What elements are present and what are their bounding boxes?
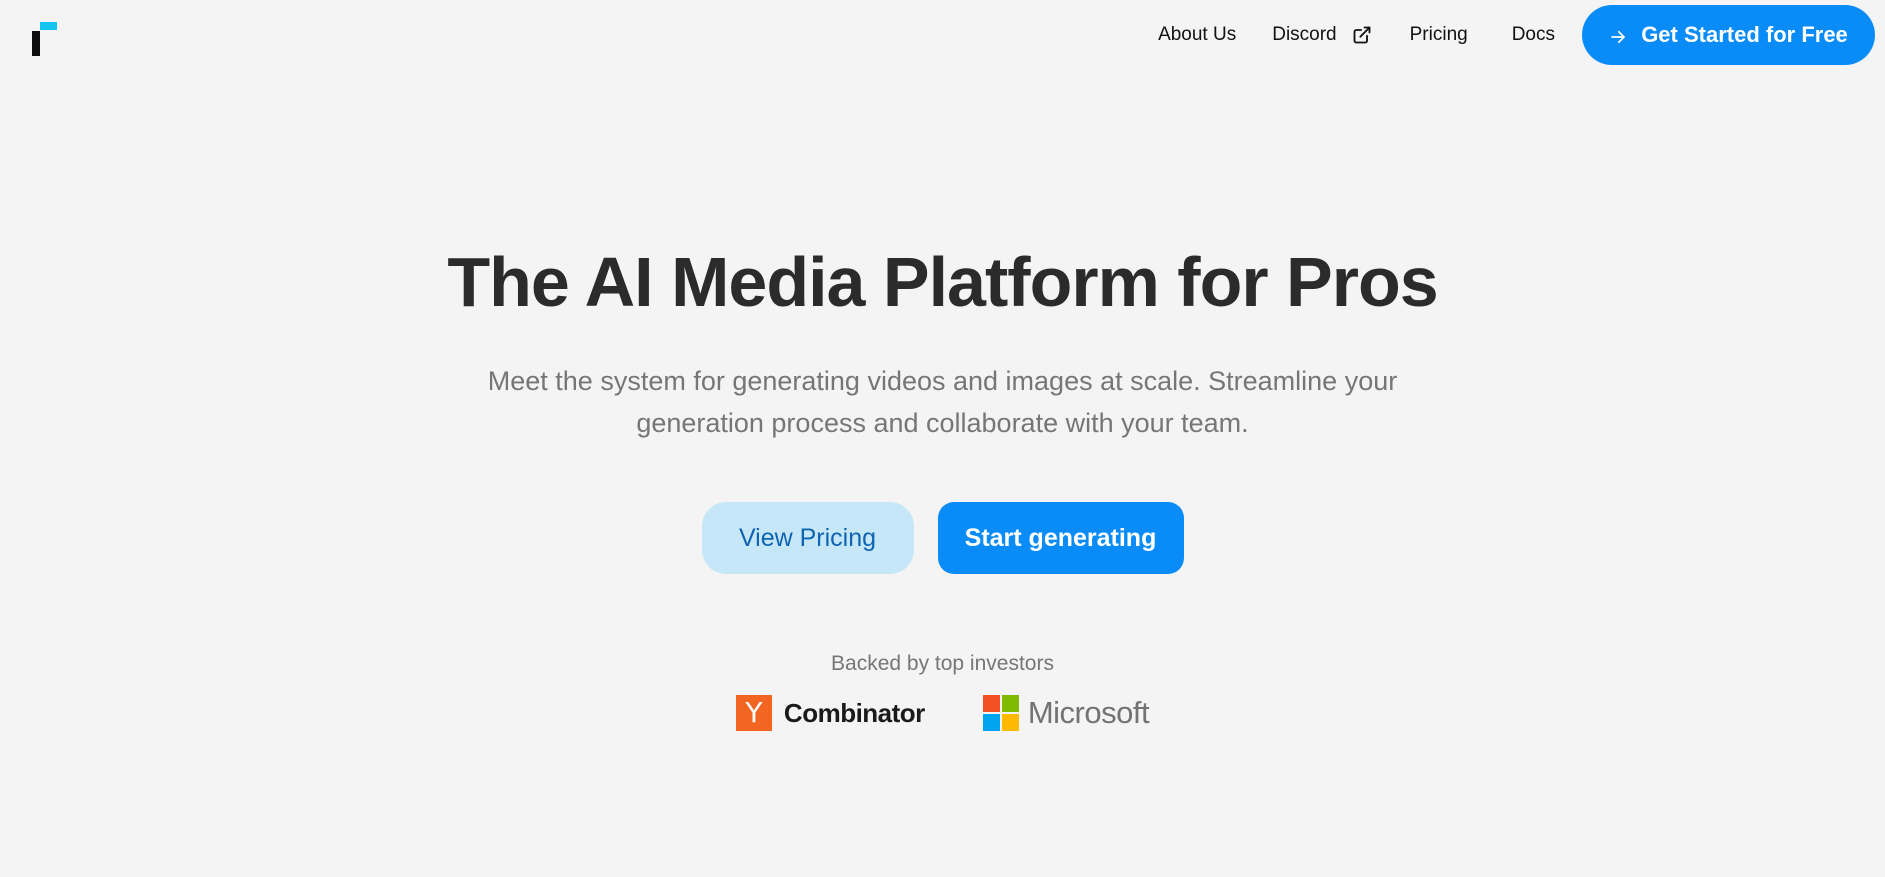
ms-green-square [1001,695,1019,712]
arrow-right-icon [1609,26,1627,44]
ms-yellow-square [1001,714,1019,731]
page-title: The AI Media Platform for Pros [447,243,1438,321]
y-combinator-logo: Y Combinator [735,695,925,731]
yc-wordmark: Combinator [783,697,925,728]
logo-blue-bar [40,22,57,30]
hero-subtitle: Meet the system for generating videos an… [487,366,1398,438]
top-nav: About Us Discord Pricing Docs Get Starte… [1158,0,1875,70]
investors-label: Backed by top investors [831,652,1054,675]
microsoft-squares-icon [982,695,1019,731]
brand-logo-icon[interactable] [32,22,58,56]
microsoft-logo: Microsoft [982,695,1150,731]
microsoft-wordmark: Microsoft [1027,695,1150,730]
view-pricing-label: View Pricing [738,523,877,552]
get-started-label: Get Started for Free [1641,22,1848,47]
nav-pricing-label: Pricing [1409,24,1468,45]
nav-docs-label: Docs [1511,24,1555,45]
start-generating-button[interactable]: Start generating [937,502,1184,574]
nav-about-us[interactable]: About Us [1158,24,1236,46]
nav-docs[interactable]: Docs [1512,24,1555,46]
investor-logos: Y Combinator Microsoft [0,695,1885,731]
nav-discord[interactable]: Discord [1272,24,1371,46]
ms-blue-square [982,714,1000,731]
logo-dark-bar [32,31,40,56]
nav-pricing[interactable]: Pricing [1410,24,1468,46]
external-link-icon [1352,25,1372,45]
yc-mark-icon: Y [735,695,772,731]
hero-actions: View Pricing Start generating [0,502,1885,574]
nav-discord-label: Discord [1272,24,1337,45]
ms-red-square [982,695,1000,712]
nav-about-us-label: About Us [1158,24,1237,45]
view-pricing-button[interactable]: View Pricing [701,502,914,574]
start-generating-label: Start generating [964,523,1157,552]
get-started-button[interactable]: Get Started for Free [1582,5,1875,65]
